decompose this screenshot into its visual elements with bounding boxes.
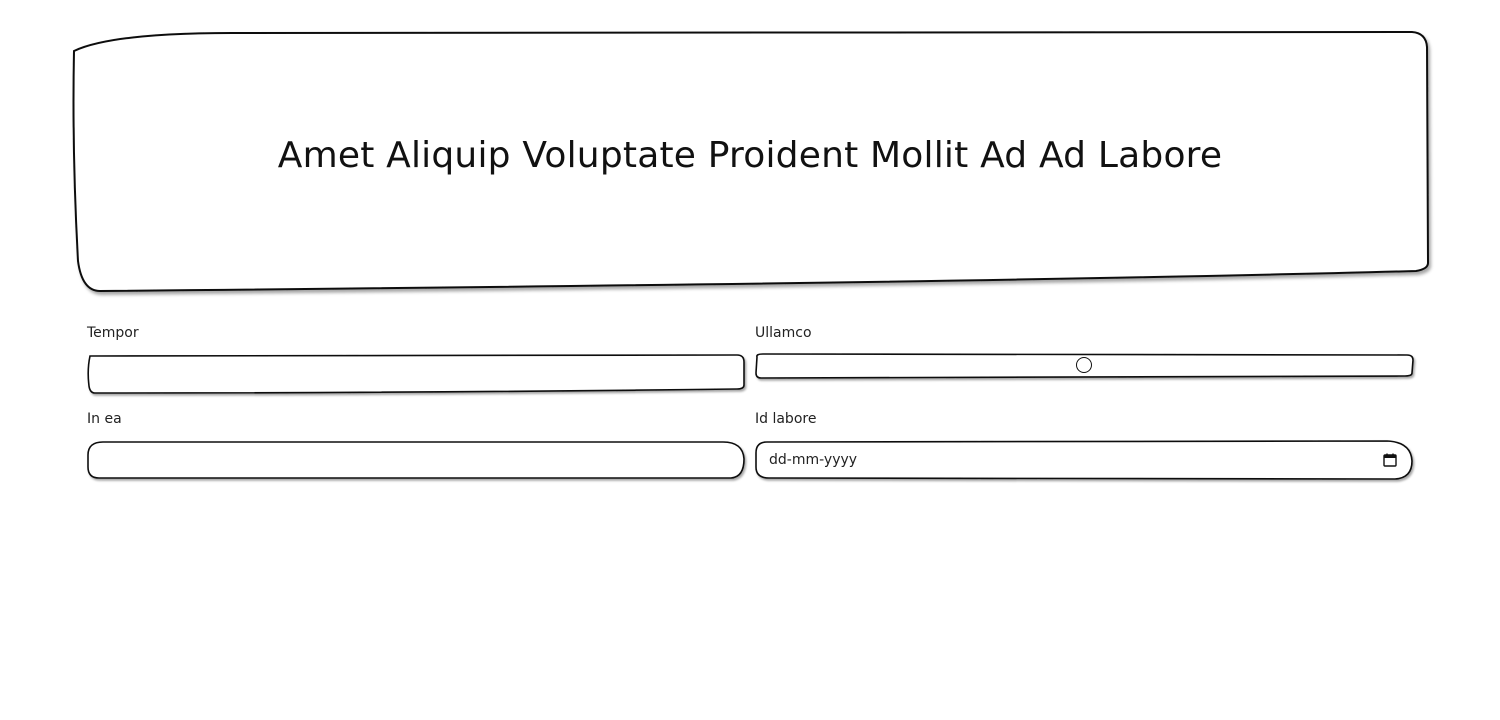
field-id-labore: Id labore dd-mm-yyyy [755,411,1413,481]
hero-banner: Amet Aliquip Voluptate Proident Mollit A… [72,30,1430,293]
in-ea-label: In ea [87,411,122,427]
id-labore-placeholder: dd-mm-yyyy [769,452,858,468]
calendar-icon[interactable] [1383,453,1397,467]
id-labore-date-input[interactable]: dd-mm-yyyy [755,440,1413,480]
field-tempor: Tempor [87,325,745,395]
field-in-ea: In ea [87,411,745,481]
ullamco-slider[interactable] [755,353,1414,379]
page: Amet Aliquip Voluptate Proident Mollit A… [0,0,1500,720]
field-ullamco: Ullamco [755,325,1414,385]
ullamco-slider-thumb[interactable] [1076,357,1092,373]
tempor-label: Tempor [87,325,139,341]
tempor-input[interactable] [87,354,745,392]
tempor-control [87,354,745,394]
in-ea-input[interactable] [87,441,745,477]
in-ea-control [87,441,745,479]
hero-title: Amet Aliquip Voluptate Proident Mollit A… [277,135,1223,176]
ullamco-label: Ullamco [755,325,812,341]
id-labore-label: Id labore [755,411,817,427]
